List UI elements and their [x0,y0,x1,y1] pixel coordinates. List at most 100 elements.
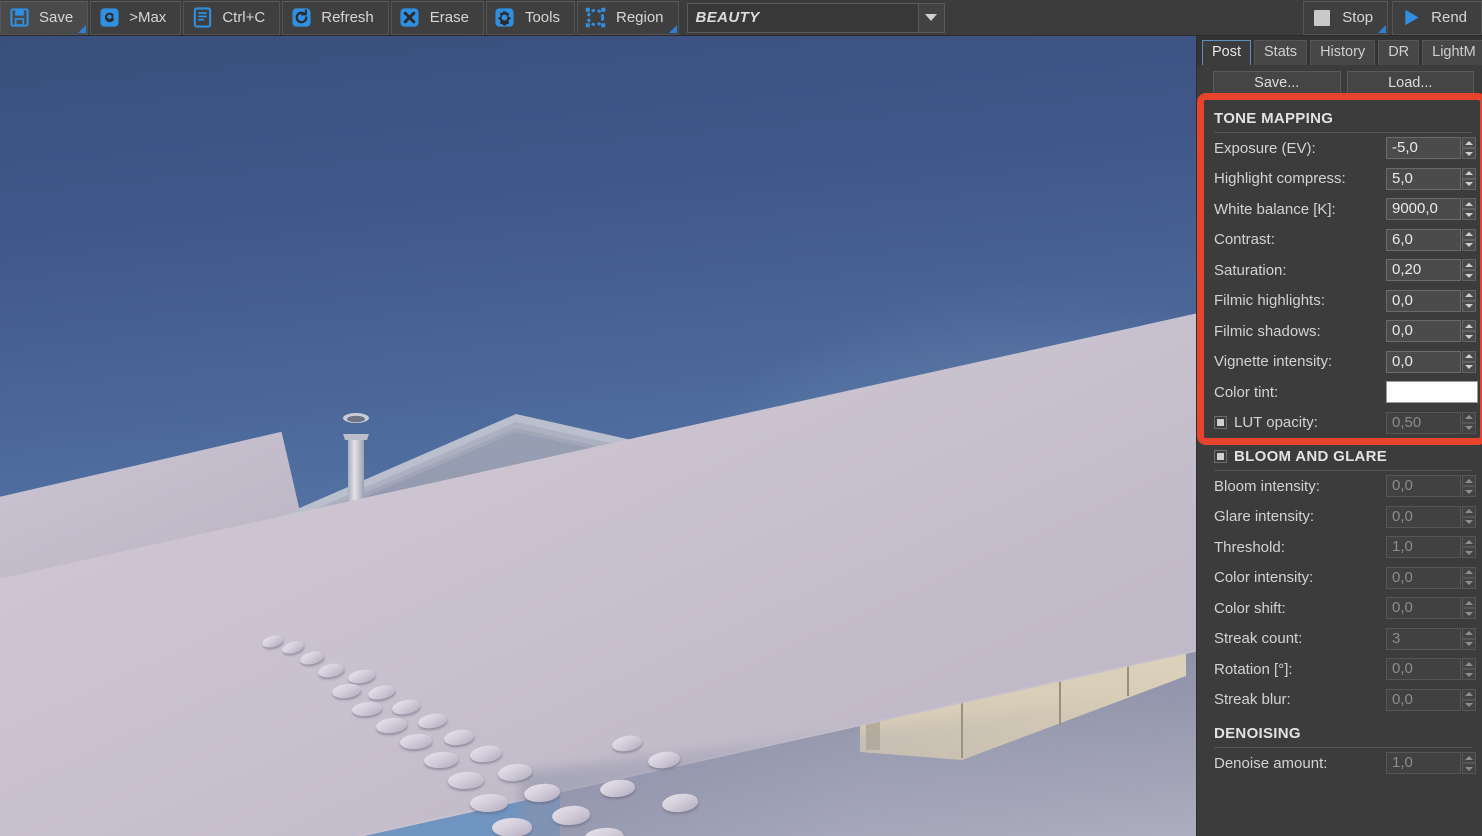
spinner-down-icon[interactable] [1462,209,1476,221]
spinner[interactable] [1462,658,1476,681]
spinner-up-icon[interactable] [1462,259,1476,271]
spinner-down-icon[interactable] [1462,608,1476,620]
spinner-up-icon[interactable] [1462,658,1476,670]
setting-enable-checkbox[interactable] [1214,416,1227,430]
spinner-down-icon[interactable] [1462,669,1476,681]
setting-label-wrap: Color tint: [1214,384,1386,401]
setting-value-input[interactable]: 9000,0 [1386,198,1461,221]
spinner-up-icon[interactable] [1462,688,1476,700]
setting-value-input[interactable]: 0,20 [1386,259,1461,282]
setting-value-input[interactable]: 0,0 [1386,566,1461,589]
save-button[interactable]: Save [0,0,89,35]
spinner-up-icon[interactable] [1462,536,1476,548]
setting-value-input[interactable]: 5,0 [1386,167,1461,190]
tab-stats[interactable]: Stats [1254,40,1308,65]
tab-post-label: Post [1212,44,1242,60]
spinner-down-icon[interactable] [1462,300,1476,312]
region-button[interactable]: Region [576,0,679,35]
spinner[interactable] [1462,350,1476,373]
spinner-up-icon[interactable] [1462,198,1476,210]
setting-value-input[interactable]: 0,0 [1386,658,1461,681]
spinner-up-icon[interactable] [1462,566,1476,578]
setting-value-input[interactable]: 0,0 [1386,320,1461,343]
setting-value-input[interactable]: 0,0 [1386,505,1461,528]
setting-value-input[interactable]: 0,50 [1386,411,1461,434]
setting-value-input[interactable]: 0,0 [1386,688,1461,711]
spinner-up-icon[interactable] [1462,167,1476,179]
spinner[interactable] [1462,597,1476,620]
stop-button[interactable]: Stop [1303,0,1389,35]
render-button[interactable]: Rend [1392,0,1482,35]
spinner-down-icon[interactable] [1462,148,1476,160]
setting-value-input[interactable]: 0,0 [1386,597,1461,620]
erase-button[interactable]: Erase [390,0,484,35]
spinner-up-icon[interactable] [1462,475,1476,487]
spinner-down-icon[interactable] [1462,547,1476,559]
render-image-viewport[interactable] [0,36,1196,836]
spinner[interactable] [1462,228,1476,251]
tab-history[interactable]: History [1310,40,1376,65]
spinner-up-icon[interactable] [1462,350,1476,362]
spinner[interactable] [1462,566,1476,589]
spinner-up-icon[interactable] [1462,289,1476,301]
preset-load-button[interactable]: Load... [1346,71,1474,96]
spinner[interactable] [1462,320,1476,343]
spinner-down-icon[interactable] [1462,577,1476,589]
setting-value-input[interactable]: 0,0 [1386,350,1461,373]
to-max-button[interactable]: >Max [90,0,182,35]
spinner-down-icon[interactable] [1462,422,1476,434]
setting-value-input[interactable]: 1,0 [1386,752,1461,775]
spinner-up-icon[interactable] [1462,137,1476,149]
spinner-up-icon[interactable] [1462,627,1476,639]
spinner-down-icon[interactable] [1462,361,1476,373]
spinner-down-icon[interactable] [1462,270,1476,282]
spinner-down-icon[interactable] [1462,331,1476,343]
setting-value-input[interactable]: 1,0 [1386,536,1461,559]
tab-lightmap[interactable]: LightM [1422,40,1482,65]
tab-dr[interactable]: DR [1378,40,1420,65]
floppy-disk-icon [8,7,30,29]
preset-save-button[interactable]: Save... [1213,71,1341,96]
spinner[interactable] [1462,627,1476,650]
spinner[interactable] [1462,411,1476,434]
setting-value-input[interactable]: 6,0 [1386,228,1461,251]
spinner[interactable] [1462,752,1476,775]
render-channel-select[interactable]: BEAUTY [686,2,945,33]
setting-value-input[interactable]: -5,0 [1386,137,1461,160]
chevron-down-icon[interactable] [917,3,944,32]
color-swatch[interactable] [1386,381,1478,404]
copy-button[interactable]: Ctrl+C [183,0,281,35]
spinner[interactable] [1462,137,1476,160]
spinner[interactable] [1462,505,1476,528]
spinner[interactable] [1462,475,1476,498]
spinner-up-icon[interactable] [1462,320,1476,332]
refresh-button[interactable]: Refresh [282,0,389,35]
spinner[interactable] [1462,259,1476,282]
spinner-up-icon[interactable] [1462,411,1476,423]
spinner-down-icon[interactable] [1462,699,1476,711]
spinner-down-icon[interactable] [1462,486,1476,498]
spinner-down-icon[interactable] [1462,178,1476,190]
tab-post[interactable]: Post [1202,40,1252,65]
setting-value-input[interactable]: 3 [1386,627,1461,650]
tools-button[interactable]: Tools [485,0,575,35]
spinner-up-icon[interactable] [1462,228,1476,240]
spinner-down-icon[interactable] [1462,516,1476,528]
spinner-up-icon[interactable] [1462,752,1476,764]
main-toolbar: Save >Max Ctrl+C Refresh Erase Tools Reg… [0,0,1482,36]
setting-value-input[interactable]: 0,0 [1386,475,1461,498]
spinner-down-icon[interactable] [1462,763,1476,775]
spinner-down-icon[interactable] [1462,239,1476,251]
spinner[interactable] [1462,198,1476,221]
spinner-up-icon[interactable] [1462,505,1476,517]
spinner[interactable] [1462,536,1476,559]
section-title-bloom-and-glare[interactable]: BLOOM AND GLARE [1197,438,1482,470]
spinner[interactable] [1462,688,1476,711]
spinner[interactable] [1462,289,1476,312]
setting-row: Threshold: 1,0 [1197,532,1482,563]
spinner[interactable] [1462,167,1476,190]
spinner-down-icon[interactable] [1462,638,1476,650]
setting-value-input[interactable]: 0,0 [1386,289,1461,312]
spinner-up-icon[interactable] [1462,597,1476,609]
section-enable-checkbox[interactable] [1214,450,1227,463]
